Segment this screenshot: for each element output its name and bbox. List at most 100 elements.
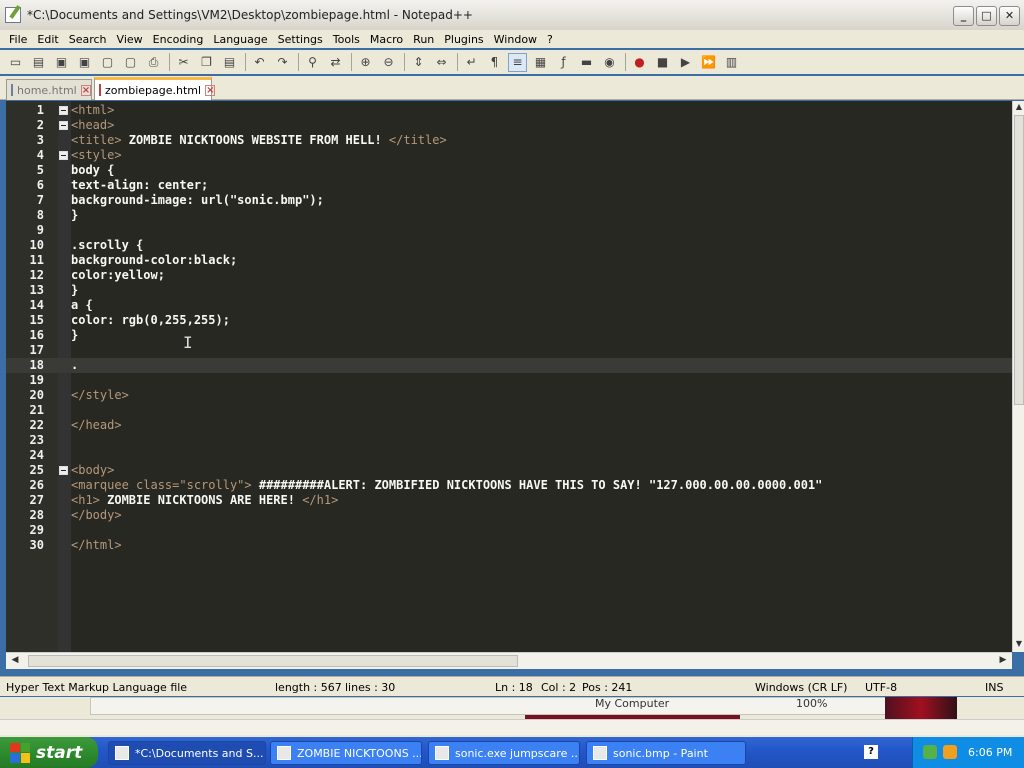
tab-close-icon[interactable]: × xyxy=(205,84,216,96)
menu-item-settings[interactable]: Settings xyxy=(273,33,328,46)
horizontal-scrollbar[interactable]: ◀ ▶ xyxy=(6,652,1012,669)
code-line[interactable]: 26 <marquee class="scrolly"> #########ALE… xyxy=(6,478,1012,493)
menu-item-run[interactable]: Run xyxy=(408,33,439,46)
search-tray-icon[interactable] xyxy=(943,745,957,759)
code-line[interactable]: 11 background-color:black; xyxy=(6,253,1012,268)
taskbar-item-browser[interactable]: ZOMBIE NICKTOONS ... xyxy=(270,741,422,765)
find-icon[interactable]: ⚲ xyxy=(303,53,322,72)
taskbar-item-folder[interactable]: sonic.exe jumpscare ... xyxy=(428,741,580,765)
folder-as-workspace-icon[interactable]: ▬ xyxy=(577,53,596,72)
save-macro-icon[interactable]: ▥ xyxy=(722,53,741,72)
code-line[interactable]: 20 </style> xyxy=(6,388,1012,403)
code-line[interactable]: 28 </body> xyxy=(6,508,1012,523)
clock[interactable]: 6:06 PM xyxy=(968,746,1012,759)
show-all-chars-icon[interactable]: ¶ xyxy=(485,53,504,72)
code-line[interactable]: 29 xyxy=(6,523,1012,538)
word-wrap-icon[interactable]: ↵ xyxy=(462,53,481,72)
code-line[interactable]: 19 xyxy=(6,373,1012,388)
taskbar-item-paint[interactable]: sonic.bmp - Paint xyxy=(586,741,746,765)
monitoring-icon[interactable]: ◉ xyxy=(600,53,619,72)
open-file-icon[interactable]: ▤ xyxy=(29,53,48,72)
code-line[interactable]: 12 color:yellow; xyxy=(6,268,1012,283)
menu-item-edit[interactable]: Edit xyxy=(32,33,63,46)
menu-item-view[interactable]: View xyxy=(112,33,148,46)
code-line[interactable]: 7 background-image: url("sonic.bmp"); xyxy=(6,193,1012,208)
menu-item-language[interactable]: Language xyxy=(208,33,272,46)
zoom-level[interactable]: 100% xyxy=(796,697,827,710)
code-line[interactable]: 2 <head> xyxy=(6,118,1012,133)
code-line[interactable]: 14 a { xyxy=(6,298,1012,313)
taskbar-item-notepad[interactable]: *C:\Documents and S... xyxy=(108,741,266,765)
doc-map-icon[interactable]: ▦ xyxy=(531,53,550,72)
start-button[interactable]: start xyxy=(0,737,98,768)
zoom-out-icon[interactable]: ⊖ xyxy=(379,53,398,72)
menu-item-macro[interactable]: Macro xyxy=(365,33,408,46)
code-line[interactable]: 13} xyxy=(6,283,1012,298)
fold-toggle-icon[interactable] xyxy=(59,106,68,115)
code-line[interactable]: 5 body { xyxy=(6,163,1012,178)
code-line[interactable]: 25 <body> xyxy=(6,463,1012,478)
function-list-icon[interactable]: ƒ xyxy=(554,53,573,72)
menu-item-window[interactable]: Window xyxy=(489,33,542,46)
status-encoding[interactable]: UTF-8 xyxy=(865,681,897,694)
horizontal-scroll-thumb[interactable] xyxy=(28,655,518,667)
menu-item-encoding[interactable]: Encoding xyxy=(148,33,209,46)
code-line[interactable]: 23 xyxy=(6,433,1012,448)
sync-horizontal-icon[interactable]: ⇔ xyxy=(432,53,451,72)
help-icon[interactable]: ? xyxy=(864,745,878,759)
status-eol[interactable]: Windows (CR LF) xyxy=(755,681,847,694)
fold-toggle-icon[interactable] xyxy=(59,151,68,160)
background-horizontal-scrollbar[interactable] xyxy=(0,719,1024,735)
fold-toggle-icon[interactable] xyxy=(59,466,68,475)
scroll-right-icon[interactable]: ▶ xyxy=(996,655,1010,667)
code-line[interactable]: 22 </head> xyxy=(6,418,1012,433)
replace-icon[interactable]: ⇄ xyxy=(326,53,345,72)
network-icon[interactable] xyxy=(923,745,937,759)
menu-item-plugins[interactable]: Plugins xyxy=(439,33,488,46)
minimize-button[interactable]: _ xyxy=(953,6,974,26)
sync-vertical-icon[interactable]: ⇕ xyxy=(409,53,428,72)
code-line[interactable]: 17 xyxy=(6,343,1012,358)
code-line[interactable]: 30 </html> xyxy=(6,538,1012,553)
close-all-icon[interactable]: ▢ xyxy=(121,53,140,72)
maximize-button[interactable]: □ xyxy=(976,6,997,26)
menu-item-help[interactable]: ? xyxy=(542,33,558,46)
tab-zombiepage-html[interactable]: zombiepage.html × xyxy=(94,77,216,100)
tab-home-html[interactable]: home.html × xyxy=(6,79,92,100)
scroll-down-icon[interactable]: ▼ xyxy=(1014,639,1024,651)
status-insert-mode[interactable]: INS xyxy=(985,681,1003,694)
code-line[interactable]: 4 <style> xyxy=(6,148,1012,163)
redo-icon[interactable]: ↷ xyxy=(273,53,292,72)
new-file-icon[interactable]: ▭ xyxy=(6,53,25,72)
save-all-icon[interactable]: ▣ xyxy=(75,53,94,72)
tab-close-icon[interactable]: × xyxy=(80,84,92,96)
code-line[interactable]: 1 <html> xyxy=(6,103,1012,118)
zoom-in-icon[interactable]: ⊕ xyxy=(356,53,375,72)
menu-item-tools[interactable]: Tools xyxy=(328,33,365,46)
vertical-scroll-thumb[interactable] xyxy=(1014,115,1024,405)
close-button[interactable]: ✕ xyxy=(999,6,1020,26)
vertical-scrollbar[interactable]: ▲ ▼ xyxy=(1012,101,1024,652)
code-line[interactable]: 18. xyxy=(6,358,1012,373)
code-line[interactable]: 21 xyxy=(6,403,1012,418)
code-line[interactable]: 6 text-align: center; xyxy=(6,178,1012,193)
undo-icon[interactable]: ↶ xyxy=(250,53,269,72)
paste-icon[interactable]: ▤ xyxy=(220,53,239,72)
copy-icon[interactable]: ❐ xyxy=(197,53,216,72)
code-line[interactable]: 8} xyxy=(6,208,1012,223)
scroll-left-icon[interactable]: ◀ xyxy=(8,655,22,667)
code-line[interactable]: 10 .scrolly { xyxy=(6,238,1012,253)
code-line[interactable]: 3 <title> ZOMBIE NICKTOONS WEBSITE FROM H… xyxy=(6,133,1012,148)
menu-item-file[interactable]: File xyxy=(4,33,32,46)
cut-icon[interactable]: ✂ xyxy=(174,53,193,72)
scroll-up-icon[interactable]: ▲ xyxy=(1014,102,1024,114)
stop-macro-icon[interactable]: ■ xyxy=(653,53,672,72)
code-line[interactable]: 24 xyxy=(6,448,1012,463)
code-line[interactable]: 9 xyxy=(6,223,1012,238)
code-line[interactable]: 15 color: rgb(0,255,255); xyxy=(6,313,1012,328)
fold-toggle-icon[interactable] xyxy=(59,121,68,130)
code-line[interactable]: 27 <h1> ZOMBIE NICKTOONS ARE HERE! </h1> xyxy=(6,493,1012,508)
play-macro-icon[interactable]: ▶ xyxy=(676,53,695,72)
indent-guide-icon[interactable]: ≡ xyxy=(508,52,527,72)
close-icon[interactable]: ▢ xyxy=(98,53,117,72)
